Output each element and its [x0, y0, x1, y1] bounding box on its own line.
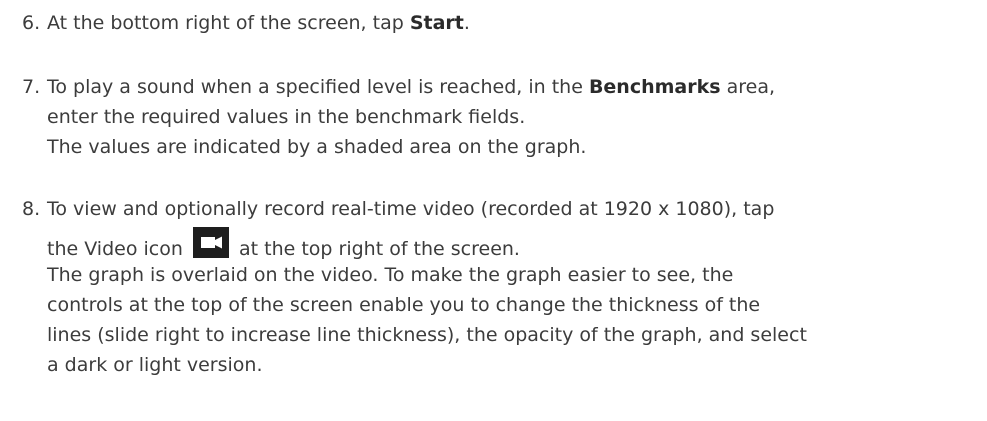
text-run: To play a sound when a specified level i…: [47, 76, 589, 98]
text-run: At the bottom right of the screen, tap: [47, 12, 410, 34]
step-result-text: a dark or light version.: [47, 354, 263, 376]
step-number: 7.: [22, 76, 41, 98]
step-body: To play a sound when a specified level i…: [47, 72, 982, 162]
step-number: 8.: [22, 198, 41, 220]
step-text: At the bottom right of the screen, tap S…: [47, 8, 982, 38]
step-body: To view and optionally record real-time …: [47, 194, 982, 380]
step-number: 6.: [22, 12, 41, 34]
step-result-text: lines (slide right to increase line thic…: [47, 324, 807, 346]
text-run: the Video icon: [47, 238, 183, 260]
text-run: area,: [720, 76, 776, 98]
text-run: at the top right of the screen.: [238, 238, 520, 260]
step-text: the Video icon at the top right of the s…: [47, 227, 982, 263]
step-text: To view and optionally record real-time …: [47, 198, 775, 220]
video-camera-icon: [192, 227, 229, 258]
step-result-text: controls at the top of the screen enable…: [47, 294, 761, 316]
step-body: At the bottom right of the screen, tap S…: [47, 8, 982, 38]
text-run: .: [463, 12, 470, 34]
step-result-text: The values are indicated by a shaded are…: [47, 136, 587, 158]
step-text: To play a sound when a specified level i…: [47, 72, 982, 102]
start-keyword: Start: [409, 12, 464, 34]
instruction-document: 6. At the bottom right of the screen, ta…: [0, 0, 987, 421]
step-result-text: The graph is overlaid on the video. To m…: [47, 264, 734, 286]
step-text: enter the required values in the benchma…: [47, 106, 526, 128]
benchmarks-keyword: Benchmarks: [588, 76, 721, 98]
